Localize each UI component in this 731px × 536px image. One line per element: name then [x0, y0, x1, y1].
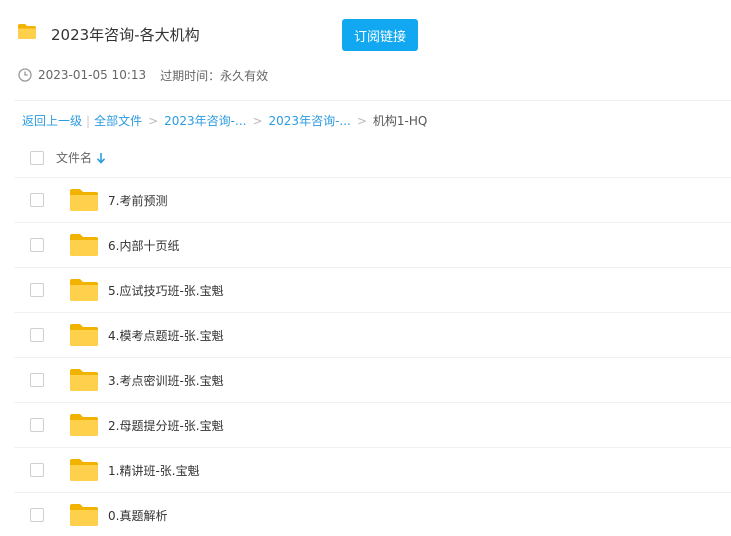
folder-icon — [70, 504, 98, 526]
row-checkbox[interactable] — [30, 373, 44, 387]
divider — [14, 100, 731, 101]
file-name[interactable]: 3.考点密训班-张.宝魁 — [108, 372, 224, 389]
file-rows: 7.考前预测 6.内部十页纸 5.应试技巧班-张.宝魁 4.模考点题班-张.宝魁 — [14, 178, 731, 536]
file-list-header: 文件名 — [14, 138, 731, 178]
folder-icon — [70, 234, 98, 256]
file-name[interactable]: 2.母题提分班-张.宝魁 — [108, 417, 224, 434]
share-date: 2023-01-05 10:13 — [38, 68, 147, 82]
breadcrumb: 返回上一级 | 全部文件 > 2023年咨询-... > 2023年咨询-...… — [22, 112, 427, 129]
list-item[interactable]: 2.母题提分班-张.宝魁 — [14, 403, 731, 448]
file-list: 文件名 7.考前预测 6.内部十页纸 5.应试技巧班-张.宝魁 4.模考点题班-… — [14, 138, 731, 536]
list-item[interactable]: 6.内部十页纸 — [14, 223, 731, 268]
file-name[interactable]: 5.应试技巧班-张.宝魁 — [108, 282, 224, 299]
folder-icon — [70, 414, 98, 436]
chevron-right-icon: > — [148, 113, 159, 128]
row-checkbox[interactable] — [30, 238, 44, 252]
row-checkbox[interactable] — [30, 463, 44, 477]
share-header: 2023年咨询-各大机构 订阅链接 2023-01-05 10:13 过期时间：… — [0, 0, 731, 100]
row-checkbox[interactable] — [30, 418, 44, 432]
breadcrumb-current: 机构1-HQ — [372, 114, 428, 128]
subscribe-link-button[interactable]: 订阅链接 — [342, 19, 418, 51]
sort-down-icon[interactable] — [96, 152, 106, 164]
chevron-right-icon: > — [356, 113, 367, 128]
select-all-checkbox[interactable] — [30, 150, 44, 165]
share-meta: 2023-01-05 10:13 过期时间：永久有效 — [18, 66, 268, 84]
breadcrumb-back-link[interactable]: 返回上一级 — [22, 112, 82, 129]
page-title: 2023年咨询-各大机构 — [51, 26, 200, 44]
folder-icon — [70, 279, 98, 301]
file-name[interactable]: 4.模考点题班-张.宝魁 — [108, 327, 224, 344]
expire-text: 过期时间：永久有效 — [160, 68, 269, 83]
list-item[interactable]: 7.考前预测 — [14, 178, 731, 223]
list-item[interactable]: 0.真题解析 — [14, 493, 731, 536]
list-item[interactable]: 4.模考点题班-张.宝魁 — [14, 313, 731, 358]
row-checkbox[interactable] — [30, 283, 44, 297]
folder-icon — [70, 459, 98, 481]
list-item[interactable]: 5.应试技巧班-张.宝魁 — [14, 268, 731, 313]
list-item[interactable]: 3.考点密训班-张.宝魁 — [14, 358, 731, 403]
row-checkbox[interactable] — [30, 508, 44, 522]
chevron-right-icon: > — [252, 113, 263, 128]
folder-icon — [70, 189, 98, 211]
folder-icon — [70, 369, 98, 391]
list-item[interactable]: 1.精讲班-张.宝魁 — [14, 448, 731, 493]
breadcrumb-folder-link[interactable]: 2023年咨询-... — [269, 112, 351, 129]
breadcrumb-folder-link[interactable]: 2023年咨询-... — [164, 112, 246, 129]
breadcrumb-all-files-link[interactable]: 全部文件 — [94, 112, 142, 129]
file-name[interactable]: 7.考前预测 — [108, 192, 167, 209]
file-name[interactable]: 0.真题解析 — [108, 507, 167, 524]
folder-icon — [70, 324, 98, 346]
file-name[interactable]: 1.精讲班-张.宝魁 — [108, 462, 200, 479]
row-checkbox[interactable] — [30, 328, 44, 342]
clock-icon — [18, 68, 32, 82]
row-checkbox[interactable] — [30, 193, 44, 207]
folder-icon — [18, 24, 36, 39]
column-filename[interactable]: 文件名 — [56, 149, 92, 166]
breadcrumb-divider: | — [86, 113, 91, 128]
file-name[interactable]: 6.内部十页纸 — [108, 237, 179, 254]
